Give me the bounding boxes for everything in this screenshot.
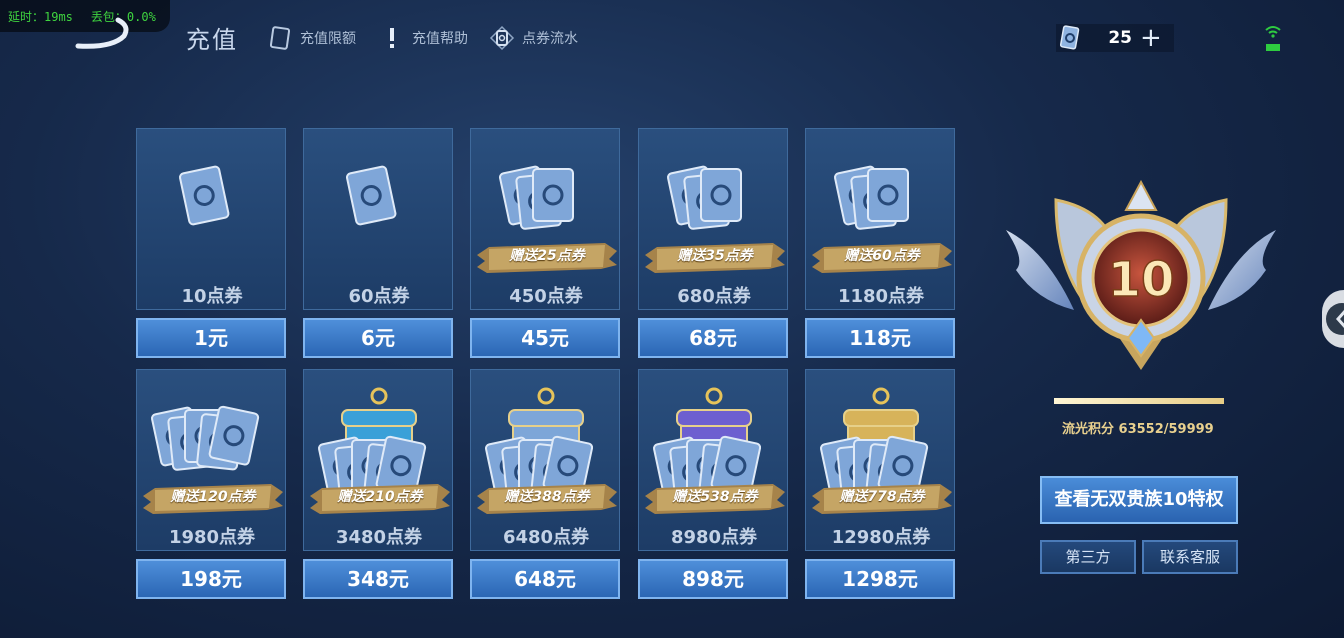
voucher-stack-icon	[345, 165, 397, 226]
page-title: 充值	[186, 26, 238, 54]
voucher-icon	[266, 24, 294, 52]
bonus-ribbon: 赠送388点券	[477, 484, 617, 514]
recharge-limit-label: 充值限额	[300, 31, 356, 47]
bonus-ribbon: 赠送60点券	[812, 243, 952, 273]
side-panel-tab[interactable]	[1322, 290, 1344, 348]
bonus-text: 赠送538点券	[672, 489, 758, 505]
contact-support-button[interactable]: 联系客服	[1142, 540, 1238, 574]
vip-progress-bar	[1054, 398, 1224, 404]
price-button[interactable]: 898元	[638, 559, 788, 599]
bonus-text: 赠送210点券	[337, 489, 423, 505]
third-party-button[interactable]: 第三方	[1040, 540, 1136, 574]
package-card[interactable]: 赠送388点券 6480点券	[470, 369, 620, 551]
price-button[interactable]: 68元	[638, 318, 788, 358]
bonus-ribbon: 赠送538点券	[645, 484, 785, 514]
price-button[interactable]: 198元	[136, 559, 286, 599]
bonus-text: 赠送25点券	[509, 248, 585, 264]
vip-emblem: 10	[996, 160, 1286, 380]
latency-text: 延时：19ms	[8, 9, 73, 24]
bonus-text: 赠送388点券	[504, 489, 590, 505]
voucher-stack-icon	[178, 165, 230, 226]
view-privilege-button[interactable]: 查看无双贵族10特权	[1040, 476, 1238, 524]
package-name: 3480点券	[335, 527, 423, 548]
bonus-text: 赠送35点券	[677, 248, 753, 264]
package-card[interactable]: 赠送538点券 8980点券	[638, 369, 788, 551]
package-name: 680点券	[677, 286, 751, 307]
voucher-balance-value: 25	[1108, 28, 1132, 48]
package-name: 1180点券	[837, 286, 925, 307]
price-button[interactable]: 45元	[470, 318, 620, 358]
voucher-ticket-icon	[488, 24, 516, 52]
package-name: 450点券	[509, 286, 583, 307]
package-name: 6480点券	[502, 527, 590, 548]
package-name: 8980点券	[670, 527, 758, 548]
bonus-text: 赠送120点券	[170, 489, 256, 505]
wifi-icon	[1264, 22, 1282, 54]
price-button[interactable]: 6元	[303, 318, 453, 358]
package-name: 10点券	[181, 286, 243, 307]
package-card[interactable]: 10点券	[136, 128, 286, 310]
recharge-limit-link[interactable]: 充值限额	[266, 22, 356, 54]
price-button[interactable]: 1元	[136, 318, 286, 358]
package-card[interactable]: 赠送210点券 3480点券	[303, 369, 453, 551]
exclamation-icon	[378, 24, 406, 52]
package-card[interactable]: 赠送60点券 1180点券	[805, 128, 955, 310]
price-button[interactable]: 1298元	[805, 559, 955, 599]
package-name: 1980点券	[168, 527, 256, 548]
plus-icon[interactable]: +	[1140, 25, 1162, 51]
price-button[interactable]: 648元	[470, 559, 620, 599]
package-card[interactable]: 60点券	[303, 128, 453, 310]
bonus-ribbon: 赠送210点券	[310, 484, 450, 514]
recharge-help-link[interactable]: 充值帮助	[378, 22, 468, 54]
package-card[interactable]: 赠送25点券 450点券	[470, 128, 620, 310]
bonus-ribbon: 赠送25点券	[477, 243, 617, 273]
package-card[interactable]: 赠送778点券 12980点券	[805, 369, 955, 551]
bonus-ribbon: 赠送35点券	[645, 243, 785, 273]
vip-progress-fill	[1054, 398, 1224, 404]
recharge-help-label: 充值帮助	[412, 31, 468, 47]
bonus-text: 赠送60点券	[844, 248, 920, 264]
voucher-balance: 25 +	[1056, 24, 1174, 52]
back-icon[interactable]	[72, 14, 132, 50]
vip-points-text: 流光积分 63552/59999	[1062, 422, 1214, 437]
bonus-ribbon: 赠送120点券	[143, 484, 283, 514]
bonus-text: 赠送778点券	[839, 489, 925, 505]
voucher-history-link[interactable]: 点券流水	[488, 22, 578, 54]
voucher-icon	[1058, 24, 1082, 56]
package-name: 60点券	[348, 286, 410, 307]
price-button[interactable]: 348元	[303, 559, 453, 599]
voucher-history-label: 点券流水	[522, 31, 578, 47]
package-card[interactable]: 赠送35点券 680点券	[638, 128, 788, 310]
price-button[interactable]: 118元	[805, 318, 955, 358]
package-card[interactable]: 赠送120点券 1980点券	[136, 369, 286, 551]
package-name: 12980点券	[831, 527, 931, 548]
bonus-ribbon: 赠送778点券	[812, 484, 952, 514]
vip-level-number: 10	[1108, 252, 1175, 308]
